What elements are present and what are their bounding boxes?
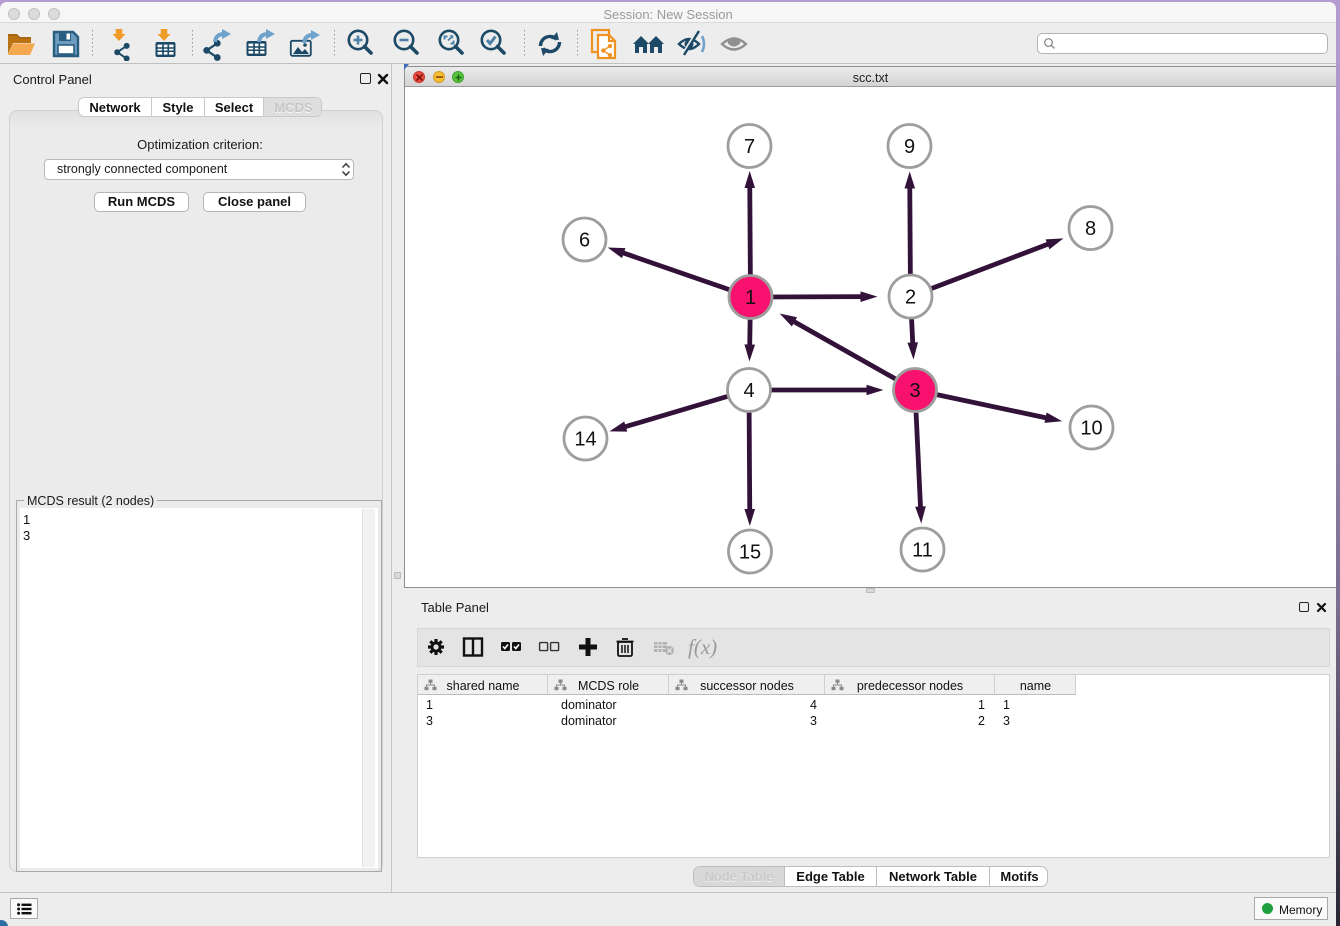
svg-text:2: 2 — [905, 287, 916, 309]
svg-text:1: 1 — [745, 287, 756, 309]
svg-text:6: 6 — [579, 230, 590, 252]
svg-text:15: 15 — [739, 542, 761, 564]
svg-text:10: 10 — [1080, 418, 1102, 440]
svg-text:3: 3 — [909, 380, 920, 402]
svg-text:7: 7 — [744, 136, 755, 158]
svg-text:9: 9 — [904, 136, 915, 158]
svg-text:4: 4 — [743, 380, 754, 402]
svg-text:14: 14 — [574, 429, 596, 451]
svg-text:11: 11 — [912, 540, 933, 562]
svg-text:8: 8 — [1085, 218, 1096, 240]
